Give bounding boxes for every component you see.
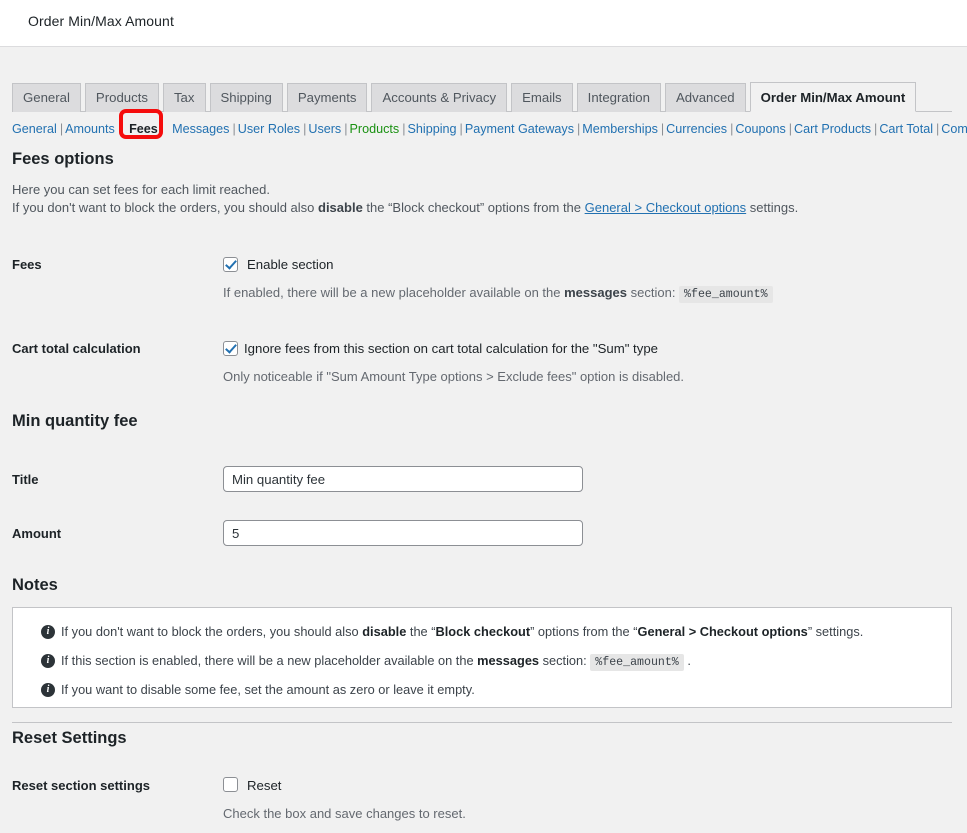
amount-field-label: Amount [12,526,62,541]
subnav-item-shipping[interactable]: Shipping [408,122,457,136]
subnav-separator: | [59,122,64,136]
desc2-part-c: settings. [746,200,799,215]
note-bold: General > Checkout options [637,624,808,639]
title-input[interactable] [223,466,583,492]
subnav-separator: | [344,122,348,136]
fees-row-helper: If enabled, there will be a new placehol… [223,285,773,303]
note-text: If this section is enabled, there will b… [61,653,478,668]
note-text: If you don't want to block the orders, y… [61,624,363,639]
subnav-separator: | [232,122,236,136]
info-icon: i [41,654,55,668]
info-icon: i [41,625,55,639]
amount-input[interactable] [223,520,583,546]
fees-options-desc-2: If you don't want to block the orders, y… [12,200,798,215]
subnav-item-user-roles[interactable]: User Roles [238,122,300,136]
window-header: Order Min/Max Amount [0,0,967,47]
fees-row-label: Fees [12,257,42,272]
cart-total-helper: Only noticeable if "Sum Amount Type opti… [223,369,685,384]
settings-content: General Products Tax Shipping Payments Accoun… [0,48,967,833]
subnav-item-compatibility[interactable]: Compatibility [941,122,967,136]
tab-advanced[interactable]: Advanced [664,83,746,112]
subnav-item-products[interactable]: Products [350,122,400,136]
note-text: section: [539,653,591,668]
fees-helper-b: section: [627,285,680,300]
enable-section-checkbox[interactable] [223,257,238,272]
subnav-item-messages[interactable]: Messages [172,122,229,136]
tab-emails[interactable]: Emails [511,83,573,112]
fees-helper-messages-bold: messages [564,285,628,300]
fees-options-desc-1: Here you can set fees for each limit rea… [12,182,270,197]
note-bold: Block checkout [435,624,531,639]
general-checkout-options-link[interactable]: General > Checkout options [585,200,747,215]
note-item: If you don't want to block the orders, y… [61,624,863,639]
settings-page: Order Min/Max Amount General Products Tax S… [0,0,967,833]
desc2-part-a: If you don't want to block the orders, y… [12,200,318,215]
settings-tabs: General Products Tax Shipping Payments Accoun… [12,82,952,112]
subnav-item-fees-highlight: Fees [119,109,164,139]
notes-box: i If you don't want to block the orders, … [12,607,952,708]
subnav-item-payment-gateways[interactable]: Payment Gateways [465,122,574,136]
ignore-fees-checkbox[interactable] [223,341,238,356]
title-field-label: Title [12,472,39,487]
subnav-item-cart-products[interactable]: Cart Products [794,122,871,136]
fees-helper-a: If enabled, there will be a new placehol… [223,285,565,300]
note-text: the “ [406,624,436,639]
reset-checkbox-label[interactable]: Reset [247,778,281,793]
page-title: Order Min/Max Amount [28,13,174,29]
note-text: . [683,653,691,668]
fees-options-heading: Fees options [12,150,114,168]
subnav-item-general[interactable]: General [12,122,57,136]
subsection-nav: General|Amounts|Fees|Messages|User Roles… [12,109,967,139]
subnav-item-currencies[interactable]: Currencies [666,122,727,136]
subnav-separator: | [402,122,406,136]
tab-integration[interactable]: Integration [576,83,661,112]
fee-amount-placeholder-code: %fee_amount% [590,654,684,671]
desc2-disable-bold: disable [318,200,363,215]
note-item: If this section is enabled, there will b… [61,653,691,671]
subnav-item-cart-total[interactable]: Cart Total [879,122,933,136]
desc2-part-b: the “Block checkout” options from the [362,200,585,215]
reset-section-settings-label: Reset section settings [12,778,150,793]
note-text: ” settings. [807,624,864,639]
subnav-separator: | [459,122,463,136]
reset-checkbox[interactable] [223,777,238,792]
tab-payments[interactable]: Payments [286,83,368,112]
cart-total-calculation-label: Cart total calculation [12,341,141,356]
tab-accounts-privacy[interactable]: Accounts & Privacy [371,83,508,112]
subnav-item-amounts[interactable]: Amounts [65,122,115,136]
note-bold: disable [362,624,407,639]
tab-shipping[interactable]: Shipping [209,83,283,112]
notes-heading: Notes [12,576,58,594]
subnav-item-coupons[interactable]: Coupons [735,122,785,136]
fee-amount-placeholder-code: %fee_amount% [679,286,773,303]
reset-helper-text: Check the box and save changes to reset. [223,806,466,821]
subnav-item-fees[interactable]: Fees [129,122,158,136]
ignore-fees-label[interactable]: Ignore fees from this section on cart to… [244,341,658,356]
subnav-separator: | [788,122,793,136]
enable-section-label[interactable]: Enable section [247,257,334,272]
note-item: If you want to disable some fee, set the… [61,682,475,697]
tab-tax[interactable]: Tax [162,83,206,112]
tab-order-min-max-amount[interactable]: Order Min/Max Amount [749,82,917,112]
min-quantity-fee-heading: Min quantity fee [12,412,138,430]
section-divider [12,722,952,723]
reset-settings-heading: Reset Settings [12,729,127,747]
tab-general[interactable]: General [12,83,81,112]
note-bold: messages [477,653,540,668]
tab-products[interactable]: Products [84,83,159,112]
subnav-separator: | [660,122,665,136]
subnav-item-users[interactable]: Users [308,122,341,136]
note-text: If you want to disable some fee, set the… [61,682,475,697]
note-text: ” options from the “ [530,624,638,639]
info-icon: i [41,683,55,697]
subnav-item-memberships[interactable]: Memberships [582,122,658,136]
